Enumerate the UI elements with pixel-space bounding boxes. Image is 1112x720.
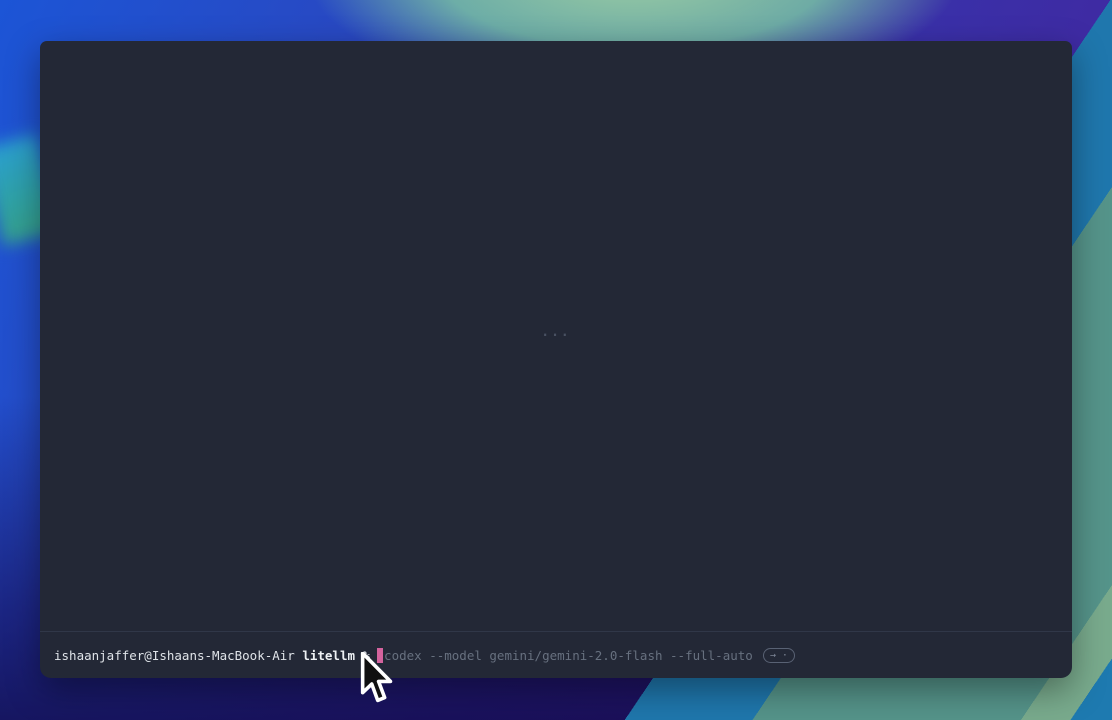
terminal-prompt-bar[interactable]: ishaanjaffer@Ishaans-MacBook-Air litellm… (40, 632, 1072, 678)
text-cursor (377, 648, 383, 663)
terminal-output-area: ... (40, 41, 1072, 631)
autosuggestion-text: codex --model gemini/gemini-2.0-flash --… (384, 648, 753, 663)
loading-indicator: ... (541, 325, 570, 340)
prompt-user-host: ishaanjaffer@Ishaans-MacBook-Air (54, 648, 295, 663)
prompt-symbol: % (363, 648, 371, 663)
terminal-window[interactable]: ... ishaanjaffer@Ishaans-MacBook-Air lit… (40, 41, 1072, 678)
prompt-directory: litellm (302, 648, 355, 663)
autosuggestion-hint-badge: → · (763, 648, 795, 663)
